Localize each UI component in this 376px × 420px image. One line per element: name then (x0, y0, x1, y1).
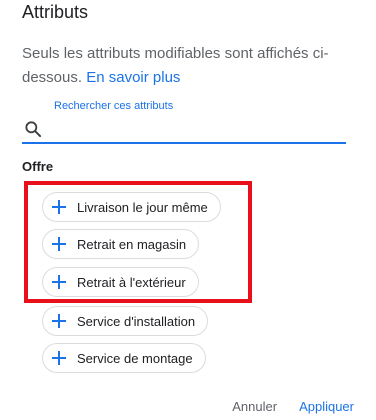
apply-button[interactable]: Appliquer (299, 399, 354, 414)
chip-livraison-le-jour-meme[interactable]: Livraison le jour même (42, 192, 221, 222)
chip-label: Livraison le jour même (77, 199, 208, 215)
plus-icon (52, 314, 66, 328)
chip-service-de-montage[interactable]: Service de montage (42, 343, 206, 373)
chip-service-d-installation[interactable]: Service d'installation (42, 306, 209, 336)
chip-retrait-en-magasin[interactable]: Retrait en magasin (42, 229, 200, 259)
learn-more-link[interactable]: En savoir plus (86, 69, 180, 86)
plus-icon (52, 275, 66, 289)
chip-label: Service de montage (77, 350, 193, 366)
search-label: Rechercher ces attributs (54, 100, 174, 112)
plus-icon (52, 351, 66, 365)
plus-icon (52, 237, 66, 251)
search-input[interactable] (51, 117, 346, 141)
chip-retrait-a-l-exterieur[interactable]: Retrait à l'extérieur (42, 267, 199, 297)
search-field[interactable] (22, 116, 346, 144)
cancel-button[interactable]: Annuler (232, 399, 277, 414)
dialog-description: Seuls les attributs modifiables sont aff… (22, 42, 352, 90)
chip-label: Retrait en magasin (77, 236, 187, 252)
dialog-footer: Annuler Appliquer (232, 399, 354, 414)
dialog-title: Attributs (22, 2, 89, 22)
chip-label: Retrait à l'extérieur (77, 274, 186, 290)
search-icon (25, 121, 42, 138)
chip-label: Service d'installation (77, 313, 196, 329)
section-title-offre: Offre (22, 159, 54, 174)
plus-icon (52, 200, 66, 214)
